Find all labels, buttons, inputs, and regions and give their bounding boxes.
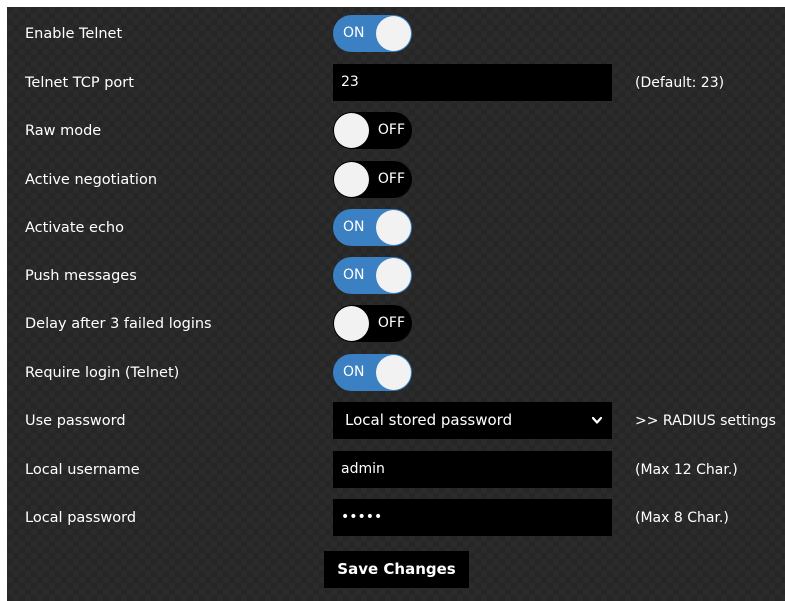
push-messages-label: Push messages	[25, 268, 137, 284]
active-negotiation-label: Active negotiation	[25, 172, 158, 188]
toggle-state-text: ON	[343, 267, 365, 283]
toggle-knob	[334, 162, 369, 197]
telnet-settings-panel: Enable Telnet ON Telnet TCP port (Defaul…	[7, 7, 785, 601]
local-password-label: Local password	[25, 510, 137, 526]
toggle-knob	[376, 16, 411, 51]
activate-echo-label: Activate echo	[25, 220, 124, 236]
toggle-knob	[376, 258, 411, 293]
activate-echo-toggle[interactable]: ON	[333, 209, 412, 246]
local-username-row: Local username (Max 12 Char.)	[7, 449, 785, 489]
toggle-knob	[334, 306, 369, 341]
toggle-state-text: OFF	[377, 122, 405, 138]
save-changes-button[interactable]: Save Changes	[324, 551, 469, 588]
use-password-label: Use password	[25, 413, 126, 429]
use-password-selected-value: Local stored password	[345, 411, 513, 429]
telnet-port-input[interactable]	[333, 64, 612, 101]
use-password-row: Use password Local stored password >> RA…	[7, 400, 785, 440]
active-negotiation-toggle[interactable]: OFF	[333, 161, 412, 198]
local-username-hint: (Max 12 Char.)	[635, 462, 738, 478]
enable-telnet-label: Enable Telnet	[25, 26, 123, 42]
active-negotiation-row: Active negotiation OFF	[7, 159, 785, 199]
toggle-state-text: OFF	[377, 171, 405, 187]
require-login-row: Require login (Telnet) ON	[7, 352, 785, 392]
local-password-row: Local password (Max 8 Char.)	[7, 497, 785, 537]
enable-telnet-toggle[interactable]: ON	[333, 15, 412, 52]
telnet-port-row: Telnet TCP port (Default: 23)	[7, 62, 785, 102]
raw-mode-label: Raw mode	[25, 123, 102, 139]
local-password-hint: (Max 8 Char.)	[635, 510, 729, 526]
use-password-select[interactable]: Local stored password	[333, 402, 612, 439]
raw-mode-row: Raw mode OFF	[7, 110, 785, 150]
delay-failed-logins-row: Delay after 3 failed logins OFF	[7, 303, 785, 343]
delay-failed-logins-toggle[interactable]: OFF	[333, 305, 412, 342]
require-login-label: Require login (Telnet)	[25, 365, 180, 381]
radius-settings-link[interactable]: >> RADIUS settings	[635, 412, 776, 430]
chevron-down-icon	[591, 416, 603, 424]
push-messages-row: Push messages ON	[7, 255, 785, 295]
push-messages-toggle[interactable]: ON	[333, 257, 412, 294]
telnet-port-hint: (Default: 23)	[635, 75, 725, 91]
toggle-state-text: OFF	[377, 315, 405, 331]
toggle-state-text: ON	[343, 219, 365, 235]
toggle-knob	[376, 210, 411, 245]
telnet-port-label: Telnet TCP port	[25, 75, 134, 91]
local-username-input[interactable]	[333, 451, 612, 488]
require-login-toggle[interactable]: ON	[333, 354, 412, 391]
toggle-knob	[376, 355, 411, 390]
local-password-input[interactable]	[333, 499, 612, 536]
local-username-label: Local username	[25, 462, 140, 478]
activate-echo-row: Activate echo ON	[7, 207, 785, 247]
toggle-state-text: ON	[343, 364, 365, 380]
raw-mode-toggle[interactable]: OFF	[333, 112, 412, 149]
delay-failed-logins-label: Delay after 3 failed logins	[25, 316, 212, 332]
toggle-state-text: ON	[343, 25, 365, 41]
toggle-knob	[334, 113, 369, 148]
enable-telnet-row: Enable Telnet ON	[7, 13, 785, 53]
